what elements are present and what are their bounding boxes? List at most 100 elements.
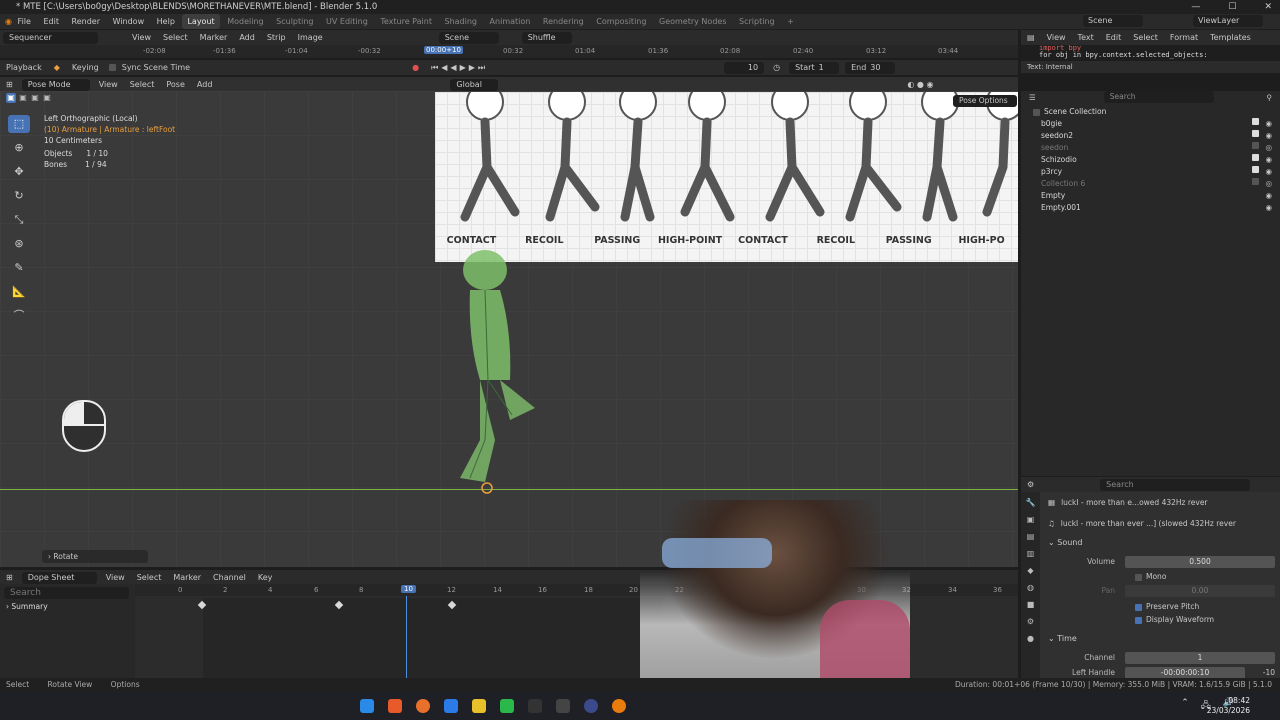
text-editor-area[interactable]: import bpy for obj in bpy.context.select… <box>1021 45 1280 60</box>
eye-icon[interactable]: ◉ <box>1265 202 1272 214</box>
render-tab-icon[interactable]: ▣ <box>1026 515 1036 525</box>
tab-geometry-nodes[interactable]: Geometry Nodes <box>654 14 731 29</box>
tool-tab-icon[interactable]: 🔧 <box>1026 498 1036 508</box>
tab-sculpting[interactable]: Sculpting <box>271 14 318 29</box>
view-layer-selector[interactable]: ViewLayer <box>1193 15 1263 27</box>
view-layer-tab-icon[interactable]: ▥ <box>1026 549 1036 559</box>
viewport-menu-pose[interactable]: Pose <box>160 77 191 92</box>
outliner-item-schizodio[interactable]: Schizodio ◉ <box>1021 154 1280 166</box>
sequencer-menu-marker[interactable]: Marker <box>194 30 234 45</box>
selection-mode-buttons[interactable]: ▣ ▣ ▣ ▣ <box>6 93 70 107</box>
object-tab-icon[interactable]: ■ <box>1026 600 1036 610</box>
sequencer-scene[interactable]: Scene <box>438 31 499 44</box>
transform-icon[interactable]: ⊛ <box>8 235 30 253</box>
dopesheet-menu-channel[interactable]: Channel <box>207 570 252 585</box>
maximize-icon[interactable]: ☐ <box>1228 0 1236 14</box>
visibility-checkbox[interactable] <box>1252 154 1260 161</box>
dopesheet-menu-marker[interactable]: Marker <box>167 570 207 585</box>
select-subtract-icon[interactable]: ▣ <box>30 93 40 103</box>
filter-icon[interactable]: ⚲ <box>1267 93 1273 102</box>
eye-icon[interactable]: ◉ <box>1265 166 1272 178</box>
scene-selector[interactable]: Scene <box>1083 15 1143 27</box>
sync-scene-time-checkbox[interactable] <box>108 64 116 71</box>
current-frame-indicator[interactable]: 10 <box>401 585 416 593</box>
selected-bone-foot[interactable] <box>481 482 493 494</box>
scene-collection-row[interactable]: Scene Collection <box>1021 106 1280 118</box>
sequencer-menu-strip[interactable]: Strip <box>261 30 292 45</box>
sequencer-editor-type[interactable]: Sequencer <box>3 31 98 44</box>
select-invert-icon[interactable]: ▣ <box>42 93 52 103</box>
select-box-icon[interactable]: ⬚ <box>8 115 30 133</box>
text-menu-templates[interactable]: Templates <box>1204 30 1257 45</box>
visibility-checkbox[interactable] <box>1252 142 1260 149</box>
menu-edit[interactable]: Edit <box>38 14 64 29</box>
tab-layout[interactable]: Layout <box>182 14 220 29</box>
viewport-menu-add[interactable]: Add <box>191 77 219 92</box>
visibility-checkbox[interactable] <box>1252 130 1260 137</box>
discord-icon[interactable] <box>584 699 598 713</box>
minimize-icon[interactable]: — <box>1191 0 1200 14</box>
sequencer-menu-add[interactable]: Add <box>233 30 261 45</box>
last-operator-panel[interactable]: › Rotate <box>42 550 148 563</box>
tab-shading[interactable]: Shading <box>440 14 483 29</box>
shading-modes-icon[interactable]: ◐ ● ◉ <box>901 77 939 92</box>
select-new-icon[interactable]: ▣ <box>6 93 16 103</box>
dopesheet-mode[interactable]: Dope Sheet <box>21 571 97 584</box>
eye-icon[interactable]: ◉ <box>1265 118 1272 130</box>
editor-app-icon[interactable] <box>556 699 570 713</box>
text-menu-select[interactable]: Select <box>1127 30 1164 45</box>
tab-modeling[interactable]: Modeling <box>222 14 268 29</box>
brave-browser-icon[interactable] <box>388 699 402 713</box>
current-frame-field[interactable]: 10 <box>724 61 765 74</box>
pose-options-button[interactable]: Pose Options <box>953 95 1017 107</box>
strip-name-row[interactable]: ▦ luckI - more than e...owed 432Hz rever <box>1048 497 1276 508</box>
end-frame-field[interactable]: End 30 <box>845 61 896 74</box>
eye-icon[interactable]: ◎ <box>1265 178 1272 190</box>
transport-controls-icon[interactable]: ⏮◀◀▶▶⏭ <box>425 60 494 75</box>
terminal-icon[interactable] <box>528 699 542 713</box>
move-icon[interactable]: ✥ <box>8 163 30 181</box>
outliner-item-p3rcy[interactable]: p3rcy ◉ <box>1021 166 1280 178</box>
transform-orientation[interactable]: Global <box>450 78 499 91</box>
cursor-icon[interactable]: ⊕ <box>8 139 30 157</box>
modifiers-tab-icon[interactable]: ⚙ <box>1026 617 1036 627</box>
measure-icon[interactable]: 📐 <box>8 283 30 301</box>
select-extend-icon[interactable]: ▣ <box>18 93 28 103</box>
file-explorer-icon[interactable] <box>472 699 486 713</box>
dopesheet-search[interactable]: Search <box>4 587 129 599</box>
properties-search[interactable]: Search <box>1100 478 1251 491</box>
tab-uv-editing[interactable]: UV Editing <box>321 14 373 29</box>
visibility-checkbox[interactable] <box>1252 178 1260 185</box>
time-section-header[interactable]: ⌄ Time <box>1048 634 1077 643</box>
tab-rendering[interactable]: Rendering <box>538 14 589 29</box>
blender-logo-icon[interactable]: ◉ <box>0 17 12 27</box>
sequencer-menu-image[interactable]: Image <box>292 30 329 45</box>
display-waveform-checkbox[interactable] <box>1135 617 1142 624</box>
clock[interactable]: 08:42 23/03/2026 <box>1207 696 1250 716</box>
bone-roll-icon[interactable]: ⌒ <box>8 307 30 325</box>
dopesheet-menu-view[interactable]: View <box>100 570 131 585</box>
text-menu-format[interactable]: Format <box>1164 30 1204 45</box>
add-workspace-icon[interactable]: + <box>782 14 799 29</box>
mode-selector[interactable]: Pose Mode <box>21 78 90 91</box>
menu-render[interactable]: Render <box>67 14 105 29</box>
output-tab-icon[interactable]: ▤ <box>1026 532 1036 542</box>
visibility-checkbox[interactable] <box>1252 166 1260 173</box>
sound-section-header[interactable]: ⌄ Sound <box>1048 538 1082 547</box>
outliner-item-seedon2[interactable]: seedon2 ◉ <box>1021 130 1280 142</box>
windows-start-icon[interactable] <box>360 699 374 713</box>
mono-checkbox[interactable] <box>1135 574 1142 581</box>
clock-icon[interactable]: ◷ <box>767 60 786 75</box>
walk-cycle-reference-image[interactable]: CONTACT RECOIL PASSING HIGH-POINT CONTAC… <box>435 92 1018 262</box>
outliner-item-seedon[interactable]: seedon ◎ <box>1021 142 1280 154</box>
channel-field[interactable]: 1 <box>1125 652 1275 664</box>
vscode-icon[interactable] <box>444 699 458 713</box>
pan-field[interactable]: 0.00 <box>1125 585 1275 597</box>
eye-icon[interactable]: ◉ <box>1265 154 1272 166</box>
preserve-pitch-checkbox[interactable] <box>1135 604 1142 611</box>
text-menu-view[interactable]: View <box>1041 30 1072 45</box>
search-app-icon[interactable] <box>416 699 430 713</box>
viewport-editor-icon[interactable]: ⊞ <box>0 77 19 92</box>
tab-scripting[interactable]: Scripting <box>734 14 780 29</box>
blender-taskbar-icon[interactable] <box>612 699 626 713</box>
